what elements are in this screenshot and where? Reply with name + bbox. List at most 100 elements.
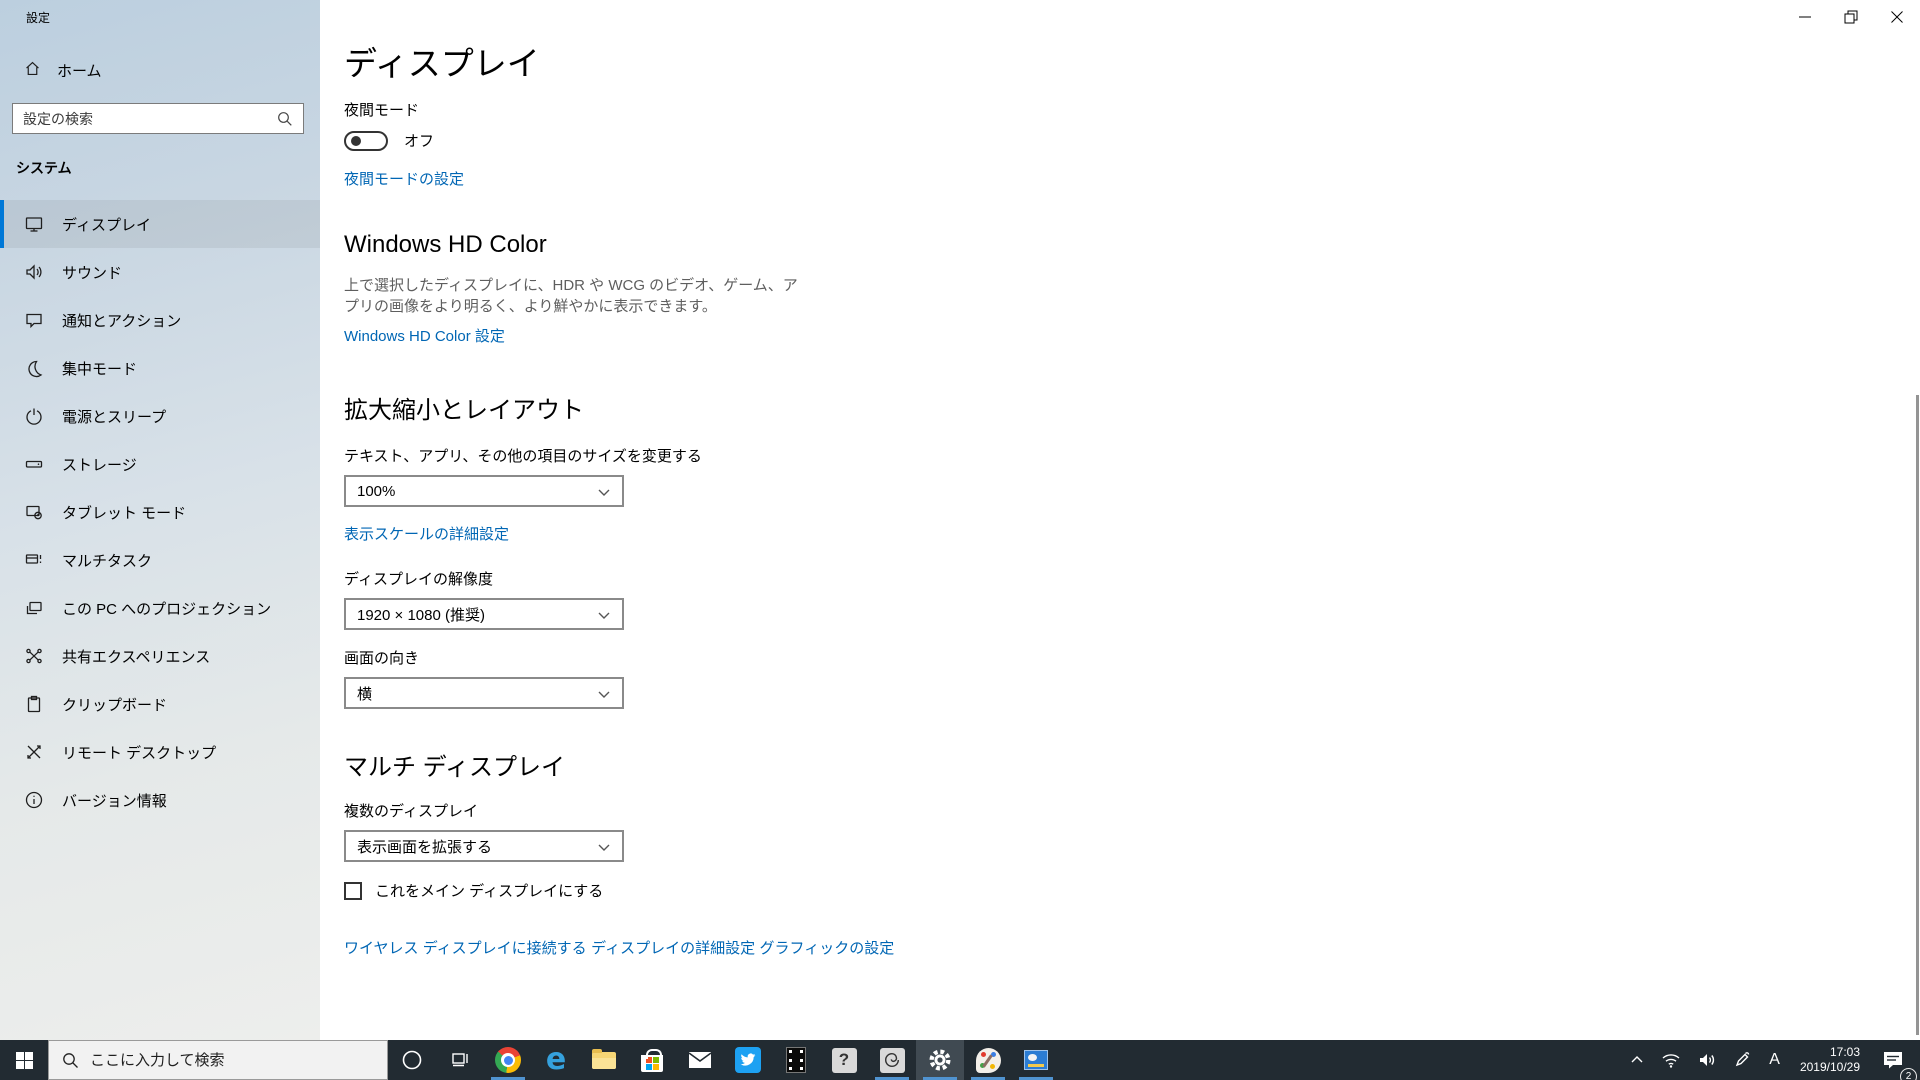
hd-color-settings-link[interactable]: Windows HD Color 設定 [344, 325, 505, 346]
notification-badge: 2 [1900, 1068, 1917, 1080]
unknown-app-button[interactable]: ? [820, 1040, 868, 1080]
scrollbar-thumb[interactable] [1916, 395, 1919, 1035]
task-view-button[interactable] [436, 1040, 484, 1080]
task-view-icon [452, 1053, 468, 1067]
clock[interactable]: 17:03 2019/10/29 [1792, 1045, 1868, 1075]
sidebar: 設定 ホーム システム ディスプレイ サウンド 通知とアクション [0, 0, 320, 1040]
multiple-displays-dropdown-value: 表示画面を拡張する [357, 838, 493, 856]
chrome-icon [495, 1047, 521, 1073]
search-icon [63, 1052, 78, 1068]
system-doc-app-button[interactable] [1012, 1040, 1060, 1080]
sidebar-item-power-sleep[interactable]: 電源とスリープ [0, 392, 320, 440]
video-app-button[interactable] [772, 1040, 820, 1080]
twitter-icon [735, 1047, 761, 1073]
night-mode-settings-link[interactable]: 夜間モードの設定 [344, 168, 464, 189]
scale-layout-heading: 拡大縮小とレイアウト [344, 397, 584, 424]
content-pane: ディスプレイ 夜間モード オフ 夜間モードの設定 Windows HD Colo… [320, 0, 1920, 1040]
ime-mode-indicator[interactable]: A [1761, 1051, 1788, 1069]
chevron-down-icon [598, 612, 610, 619]
taskbar-search[interactable] [48, 1040, 388, 1080]
ink-workspace-button[interactable] [1727, 1040, 1757, 1080]
storage-icon [24, 454, 44, 474]
chrome-button[interactable] [484, 1040, 532, 1080]
home-label: ホーム [57, 63, 102, 80]
settings-search[interactable] [12, 103, 304, 134]
volume-button[interactable] [1691, 1040, 1723, 1080]
chevron-down-icon [598, 691, 610, 698]
tablet-mode-icon [24, 502, 44, 522]
speaker-icon [1700, 1054, 1715, 1066]
hidden-icons-button[interactable] [1623, 1040, 1651, 1080]
minimize-button[interactable] [1782, 0, 1828, 34]
mail-icon [688, 1052, 712, 1068]
settings-search-input[interactable] [13, 110, 277, 127]
mail-button[interactable] [676, 1040, 724, 1080]
close-button[interactable] [1874, 0, 1920, 34]
sidebar-item-storage[interactable]: ストレージ [0, 440, 320, 488]
hd-color-description: 上で選択したディスプレイに、HDR や WCG のビデオ、ゲーム、アプリの画像を… [344, 277, 798, 315]
twitter-button[interactable] [724, 1040, 772, 1080]
edge-button[interactable]: e [532, 1040, 580, 1080]
sidebar-item-clipboard[interactable]: クリップボード [0, 680, 320, 728]
main-display-checkbox[interactable] [344, 881, 362, 900]
restore-button[interactable] [1828, 0, 1874, 34]
sidebar-item-sound[interactable]: サウンド [0, 248, 320, 296]
sidebar-item-label: 通知とアクション [62, 312, 182, 330]
display-settings-page: ディスプレイ 夜間モード オフ 夜間モードの設定 Windows HD Colo… [320, 0, 1920, 958]
sidebar-item-notifications[interactable]: 通知とアクション [0, 296, 320, 344]
window-controls [1782, 0, 1920, 34]
action-center-icon [1884, 1052, 1902, 1069]
clock-time: 17:03 [1829, 1045, 1860, 1059]
sidebar-item-label: バージョン情報 [62, 792, 167, 810]
sidebar-item-label: ストレージ [62, 456, 137, 474]
store-button[interactable] [628, 1040, 676, 1080]
sidebar-item-about[interactable]: バージョン情報 [0, 776, 320, 824]
action-center-button[interactable]: 2 [1876, 1040, 1917, 1080]
night-mode-state: オフ [404, 133, 435, 150]
power-sleep-icon [24, 406, 44, 426]
sidebar-item-shared-experiences[interactable]: 共有エクスペリエンス [0, 632, 320, 680]
notifications-icon [24, 310, 44, 330]
graphics-settings-link[interactable]: グラフィックの設定 [760, 937, 895, 958]
scale-dropdown[interactable]: 100% [344, 475, 624, 507]
network-button[interactable] [1655, 1040, 1687, 1080]
multiple-displays-label: 複数のディスプレイ [344, 803, 478, 820]
spiral-app-icon [879, 1047, 905, 1073]
multiple-displays-dropdown[interactable]: 表示画面を拡張する [344, 830, 624, 862]
sidebar-item-display[interactable]: ディスプレイ [0, 200, 320, 248]
file-explorer-button[interactable] [580, 1040, 628, 1080]
main-display-checkbox-row: これをメイン ディスプレイにする [344, 880, 1920, 901]
paint3d-button[interactable] [964, 1040, 1012, 1080]
resolution-dropdown[interactable]: 1920 × 1080 (推奨) [344, 598, 624, 630]
night-mode-toggle[interactable] [344, 130, 388, 151]
sidebar-item-focus-assist[interactable]: 集中モード [0, 344, 320, 392]
sidebar-item-multitasking[interactable]: マルチタスク [0, 536, 320, 584]
system-doc-icon [1024, 1050, 1048, 1070]
spiral-app-button[interactable] [868, 1040, 916, 1080]
orientation-dropdown[interactable]: 横 [344, 677, 624, 709]
sidebar-item-label: 共有エクスペリエンス [62, 648, 211, 666]
film-strip-icon [786, 1047, 806, 1073]
projecting-icon [24, 598, 44, 618]
window-title: 設定 [26, 11, 51, 25]
cortana-button[interactable] [388, 1040, 436, 1080]
advanced-scaling-link[interactable]: 表示スケールの詳細設定 [344, 523, 509, 544]
sidebar-item-label: マルチタスク [62, 552, 153, 570]
advanced-display-link[interactable]: ディスプレイの詳細設定 [591, 937, 755, 958]
sidebar-item-label: この PC へのプロジェクション [62, 600, 272, 618]
sound-icon [24, 262, 44, 282]
orientation-dropdown-value: 横 [357, 685, 373, 703]
taskbar-search-input[interactable] [90, 1051, 387, 1069]
sidebar-item-home[interactable]: ホーム [24, 60, 102, 81]
home-icon [24, 60, 41, 81]
clock-date: 2019/10/29 [1799, 1060, 1860, 1074]
system-tray: A 17:03 2019/10/29 2 [1623, 1040, 1920, 1080]
file-explorer-icon [592, 1048, 616, 1069]
sidebar-item-remote-desktop[interactable]: リモート デスクトップ [0, 728, 320, 776]
settings-app-button[interactable] [916, 1040, 964, 1080]
sidebar-item-tablet-mode[interactable]: タブレット モード [0, 488, 320, 536]
sidebar-item-projecting[interactable]: この PC へのプロジェクション [0, 584, 320, 632]
start-button[interactable] [0, 1040, 48, 1080]
page-title: ディスプレイ [344, 45, 540, 82]
wireless-display-link[interactable]: ワイヤレス ディスプレイに接続する [344, 937, 587, 958]
